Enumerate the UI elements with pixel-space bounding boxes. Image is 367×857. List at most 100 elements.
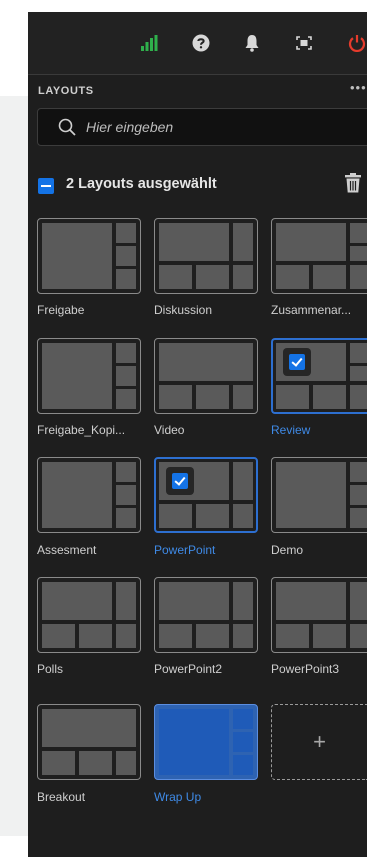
search-icon [58,118,76,141]
layout-pod [350,223,367,243]
layout-tile-breakout[interactable] [37,704,141,780]
layout-label: Freigabe_Kopi... [37,423,126,437]
more-options-button[interactable]: ••• [350,80,367,95]
add-layout-button[interactable]: + [271,704,367,780]
layout-tile-diskussion[interactable] [154,218,258,294]
layout-pod [159,709,229,775]
layouts-panel: LAYOUTS ••• 2 Layouts ausgewählt Freig [28,12,367,857]
layout-label: Review [271,423,311,437]
layout-pod [276,385,309,409]
toolbar [28,12,367,74]
layout-label: Polls [37,662,64,676]
layout-pod [350,246,367,261]
layout-pod [196,624,229,648]
checkmark-icon [289,354,305,370]
layout-pod [276,265,309,289]
fullscreen-icon[interactable] [291,30,317,56]
layout-pod [276,624,309,648]
layout-label: Diskussion [154,303,213,317]
layout-pod [42,709,136,747]
layout-tile-zusammenarbeit[interactable] [271,218,367,294]
trash-icon[interactable] [344,173,362,198]
layout-pod [350,485,367,505]
layout-label: PowerPoint2 [154,662,223,676]
layout-pod [276,582,346,620]
tile-checkbox[interactable] [283,348,311,376]
layout-label: PowerPoint3 [271,662,340,676]
layout-pod [159,624,192,648]
layout-pod [116,246,136,266]
layout-pod [313,624,346,648]
layout-pod [350,343,367,363]
layout-pod [116,366,136,386]
select-all-checkbox[interactable] [38,178,54,194]
layout-pod [42,751,75,775]
help-icon[interactable] [188,30,214,56]
checkmark-icon [172,473,188,489]
layout-pod [116,223,136,243]
layout-tile-video[interactable] [154,338,258,414]
layout-pod [233,462,253,500]
layout-pod [116,508,136,528]
layout-pod [42,582,112,620]
layout-pod [313,265,346,289]
layout-pod [196,385,229,409]
layout-pod [313,385,346,409]
layout-pod [42,462,112,528]
layout-pod [159,582,229,620]
layout-pod [196,504,229,528]
layout-label: PowerPoint [154,543,216,557]
layout-pod [233,755,253,775]
layout-tile-demo[interactable] [271,457,367,533]
plus-icon: + [313,729,326,754]
layout-pod [116,624,136,648]
layout-pod [116,582,136,620]
layout-pod [350,366,367,381]
power-icon[interactable] [344,30,367,56]
layouts-title: LAYOUTS [38,85,94,97]
layout-label: Breakout [37,790,86,804]
search-box [37,108,367,146]
layout-pod [42,223,112,289]
layout-tile-wrap-up[interactable] [154,704,258,780]
layout-pod [233,624,253,648]
toolbar-divider [28,74,367,75]
layout-tile-freigabe-kopie[interactable] [37,338,141,414]
layout-tile-powerpoint3[interactable] [271,577,367,653]
layout-pod [159,504,192,528]
signal-bars-icon[interactable] [136,30,162,56]
layout-pod [159,223,229,261]
layout-pod [196,265,229,289]
tile-checkbox[interactable] [166,467,194,495]
layout-pod [233,504,253,528]
layout-pod [116,343,136,363]
layout-pod [276,462,346,528]
layout-tile-powerpoint[interactable] [154,457,258,533]
layout-tile-freigabe[interactable] [37,218,141,294]
layout-pod [350,624,367,648]
layout-tile-polls[interactable] [37,577,141,653]
layout-pod [350,462,367,482]
bell-icon[interactable] [239,30,265,56]
layout-pod [233,265,253,289]
layout-pod [159,265,192,289]
layout-pod [116,485,136,505]
layout-pod [276,223,346,261]
layout-pod [350,508,367,528]
layout-pod [116,751,136,775]
background-area [0,96,28,836]
layout-pod [116,389,136,409]
layout-pod [350,582,367,620]
layout-pod [233,223,253,261]
layout-pod [116,462,136,482]
layout-pod [233,732,253,752]
layout-tile-powerpoint2[interactable] [154,577,258,653]
layout-tile-assesment[interactable] [37,457,141,533]
layout-label: Freigabe [37,303,85,317]
layout-tile-review[interactable] [271,338,367,414]
selection-count: 2 Layouts ausgewählt [66,176,217,192]
layout-pod [233,385,253,409]
layout-pod [79,751,112,775]
layout-pod [159,343,253,381]
search-input[interactable] [86,116,356,138]
